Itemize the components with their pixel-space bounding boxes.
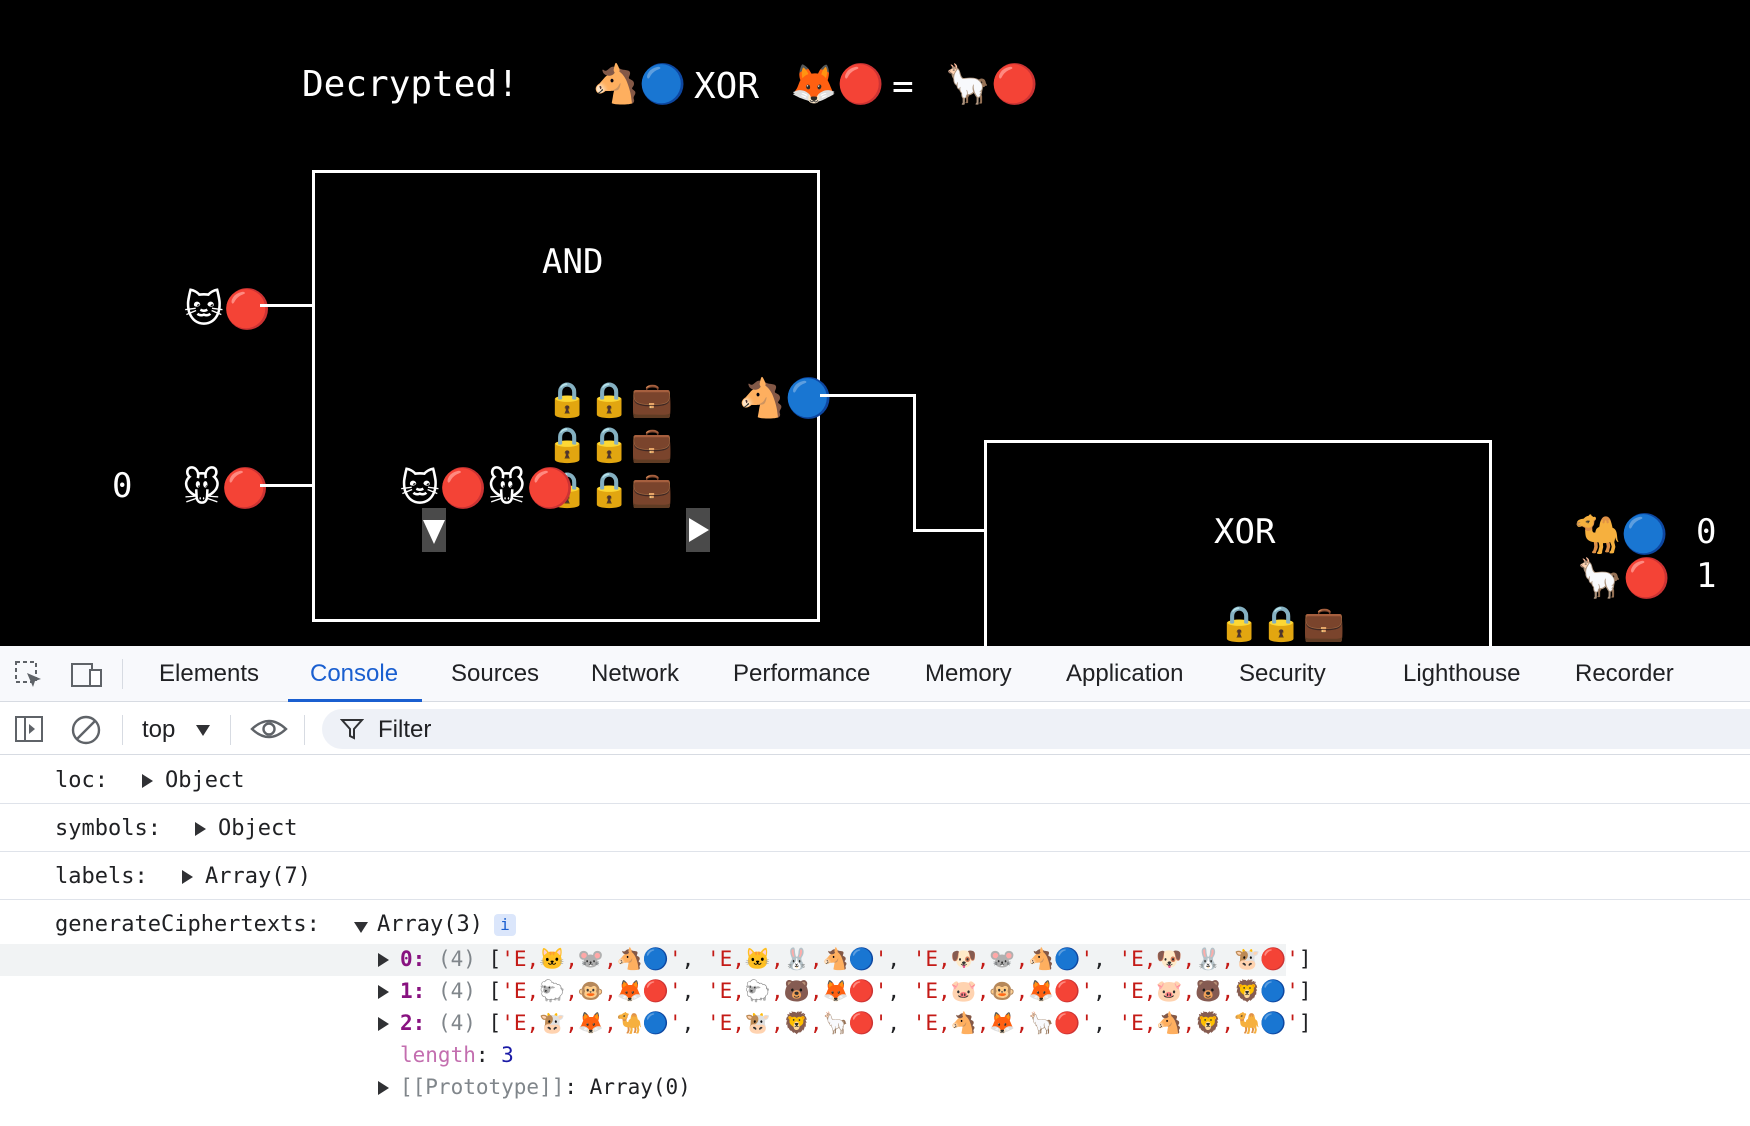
and-input-b-value: 0 xyxy=(112,466,133,506)
wire-input-b xyxy=(260,484,312,487)
sidebar-toggle-icon[interactable] xyxy=(14,715,44,743)
caret-right-icon[interactable] xyxy=(378,1081,389,1095)
triangle-down-icon xyxy=(423,520,445,544)
wire-and-output-v xyxy=(913,394,916,532)
wire-and-output-h1 xyxy=(820,394,915,397)
output-value-1: 1 xyxy=(1696,556,1717,596)
array-item-row[interactable]: 0: (4) ['E,🐱,🐭,🐴🔵', 'E,🐱,🐰,🐴🔵', 'E,🐶,🐭,🐴… xyxy=(0,944,1312,976)
entry-key: loc: xyxy=(55,768,108,793)
entry-key: symbols: xyxy=(55,816,161,841)
equation-left-symbol: 🐴🔵 xyxy=(592,62,687,106)
tab-recorder[interactable]: Recorder xyxy=(1575,646,1674,702)
chevron-down-icon xyxy=(196,725,210,736)
filter-input[interactable]: Filter xyxy=(322,709,1750,749)
output-symbol-0: 🐪🔵 xyxy=(1574,512,1669,556)
console-entry: loc: Object xyxy=(0,756,1750,804)
equation-operator: XOR xyxy=(694,66,760,107)
context-selector[interactable]: top xyxy=(142,716,175,744)
down-arrow-button[interactable] xyxy=(422,508,446,552)
console-output: loc: Object symbols: Object labels: Arra… xyxy=(0,756,1750,1126)
info-icon[interactable]: i xyxy=(494,914,516,936)
caret-right-icon[interactable] xyxy=(378,985,389,999)
devtools-panel: Elements Console Sources Network Perform… xyxy=(0,646,1750,1126)
and-gate-label: AND xyxy=(542,242,604,282)
caret-right-icon[interactable] xyxy=(378,1017,389,1031)
caret-right-icon[interactable] xyxy=(142,774,153,788)
tab-performance[interactable]: Performance xyxy=(733,646,870,702)
xor-gate-label: XOR xyxy=(1214,512,1276,552)
caret-right-icon[interactable] xyxy=(182,870,193,884)
tab-application[interactable]: Application xyxy=(1066,646,1183,702)
tab-sources[interactable]: Sources xyxy=(451,646,539,702)
equation-equals: = xyxy=(892,66,914,107)
triangle-right-icon xyxy=(689,518,709,542)
inspect-element-icon[interactable] xyxy=(14,660,44,690)
divider xyxy=(122,715,123,745)
tab-security[interactable]: Security xyxy=(1239,646,1326,702)
tab-console[interactable]: Console xyxy=(287,646,423,702)
entry-value[interactable]: Array(7) xyxy=(205,864,311,889)
output-value-0: 0 xyxy=(1696,512,1717,552)
divider xyxy=(304,715,305,745)
output-symbol-1: 🦙🔴 xyxy=(1576,556,1671,600)
array-item-row[interactable]: 1: (4) ['E,🐑,🐵,🦊🔴', 'E,🐑,🐻,🦊🔴', 'E,🐷,🐵,🦊… xyxy=(0,976,1312,1008)
status-text: Decrypted! xyxy=(302,64,519,105)
entry-value[interactable]: Object xyxy=(218,816,297,841)
devtools-tab-bar: Elements Console Sources Network Perform… xyxy=(0,646,1750,702)
tab-lighthouse[interactable]: Lighthouse xyxy=(1403,646,1520,702)
divider xyxy=(122,659,123,689)
wire-and-output-h2 xyxy=(913,529,985,532)
eye-icon[interactable] xyxy=(250,715,288,743)
tab-memory[interactable]: Memory xyxy=(925,646,1012,702)
selected-inputs: 🐱🔴🐭🔴 xyxy=(400,466,574,510)
equation-right-symbol: 🦊🔴 xyxy=(790,62,885,106)
tab-network[interactable]: Network xyxy=(591,646,679,702)
ciphertext-row: 🔒🔒💼 xyxy=(1218,604,1346,644)
caret-right-icon[interactable] xyxy=(378,953,389,967)
and-input-a-symbol: 🐱🔴 xyxy=(184,287,271,331)
game-canvas[interactable]: Decrypted! 🐴🔵 XOR 🦊🔴 = 🦙🔴 AND 🐱🔴 0 🐭🔴 🔒🔒… xyxy=(0,0,1750,646)
filter-icon xyxy=(340,719,364,740)
array-prototype-row[interactable]: [[Prototype]]: Array(0) xyxy=(0,1072,1286,1104)
entry-value[interactable]: Array(3) xyxy=(377,912,483,937)
entry-key: generateCiphertexts: xyxy=(55,912,320,937)
array-item-row[interactable]: 2: (4) ['E,🐮,🦊,🐪🔵', 'E,🐮,🦁,🦙🔴', 'E,🐴,🦊,🦙… xyxy=(0,1008,1312,1040)
tab-elements[interactable]: Elements xyxy=(159,646,259,702)
and-output-symbol: 🐴🔵 xyxy=(738,376,833,420)
caret-right-icon[interactable] xyxy=(195,822,206,836)
console-toolbar: top Filter xyxy=(0,703,1750,755)
console-entry-expanded: generateCiphertexts: Array(3) i 0: (4) [… xyxy=(0,900,1750,1126)
equation-result-symbol: 🦙🔴 xyxy=(944,62,1039,106)
divider xyxy=(230,715,231,745)
entry-value[interactable]: Object xyxy=(165,768,244,793)
right-arrow-button[interactable] xyxy=(686,508,710,552)
console-entry: symbols: Object xyxy=(0,804,1750,852)
ciphertext-row: 🔒🔒💼 xyxy=(546,380,674,420)
caret-down-icon[interactable] xyxy=(354,922,368,933)
ciphertext-row: 🔒🔒💼 xyxy=(546,425,674,465)
entry-key: labels: xyxy=(55,864,148,889)
device-toolbar-icon[interactable] xyxy=(70,660,104,690)
clear-console-icon[interactable] xyxy=(70,714,102,746)
wire-input-a xyxy=(260,304,312,307)
filter-placeholder: Filter xyxy=(378,716,432,743)
and-input-b-symbol: 🐭🔴 xyxy=(182,466,269,510)
array-length-row: length: 3 xyxy=(400,1043,514,1067)
console-entry: labels: Array(7) xyxy=(0,852,1750,900)
